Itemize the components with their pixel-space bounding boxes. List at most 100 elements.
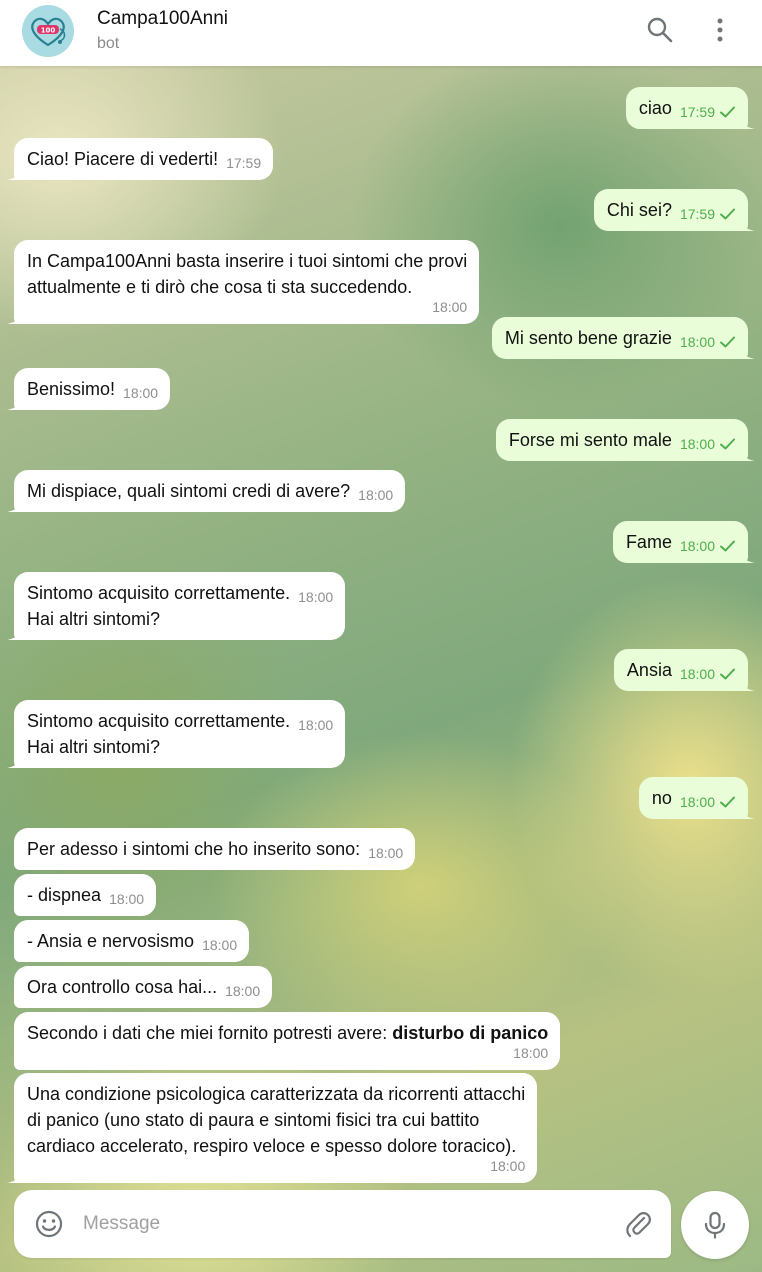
bubble-tail: [741, 115, 755, 129]
avatar[interactable]: 100: [22, 5, 74, 57]
timestamp: 18:00: [679, 794, 715, 810]
bubble-tail: [741, 345, 755, 359]
check-icon: [720, 208, 735, 220]
outgoing-message[interactable]: 18:00 Fame: [612, 521, 755, 563]
message-text: Ciao! Piacere di vederti!: [27, 149, 219, 169]
message-time: 18:00: [202, 936, 237, 954]
message-text: Forse mi sento male: [508, 430, 672, 450]
incoming-message[interactable]: 17:59 Ciao! Piacere di vederti!: [7, 138, 274, 180]
emoji-icon: [35, 1210, 63, 1238]
incoming-message[interactable]: Una condizione psicologica caratterizzat…: [7, 1073, 538, 1183]
message-time: 18:00: [680, 793, 736, 811]
message-time: 18:00: [35, 1157, 525, 1175]
emoji-button[interactable]: [33, 1208, 65, 1240]
message-time: 17:59: [226, 154, 261, 172]
outgoing-message[interactable]: 18:00 Forse mi sento male: [495, 419, 755, 461]
check-icon: [720, 796, 735, 808]
incoming-message[interactable]: 18:00 - dispnea: [14, 874, 157, 916]
bubble-tail: [741, 217, 755, 231]
message-text: - Ansia e nervosismo: [27, 931, 195, 951]
outgoing-message[interactable]: 18:00 Ansia: [613, 649, 755, 691]
message-text: Mi sento bene grazie: [504, 328, 672, 348]
timestamp: 18:00: [109, 891, 145, 907]
search-icon: [647, 17, 673, 43]
message-text: no: [651, 788, 672, 808]
timestamp: 18:00: [225, 983, 261, 999]
incoming-message[interactable]: 18:00 Benissimo!: [7, 368, 171, 410]
message-composer: [14, 1190, 671, 1258]
message-time: 18:00: [680, 537, 736, 555]
message-text: Ansia: [626, 660, 672, 680]
bubble-tail: [7, 498, 21, 512]
paperclip-icon: [626, 1212, 651, 1238]
more-options-button[interactable]: [704, 14, 736, 46]
incoming-message[interactable]: 18:00 Ora controllo cosa hai...: [14, 966, 273, 1008]
search-button[interactable]: [644, 14, 676, 46]
timestamp: 17:59: [679, 206, 715, 222]
message-time: 18:00: [35, 298, 467, 316]
incoming-message[interactable]: 18:00 - Ansia e nervosismo: [14, 920, 250, 962]
timestamp: 18:00: [358, 487, 394, 503]
avatar-logo-icon: 100: [31, 17, 66, 47]
outgoing-message[interactable]: 17:59 Chi sei?: [593, 189, 755, 231]
incoming-message[interactable]: 18:00 Sintomo acquisito correttamente. Ha…: [7, 700, 346, 768]
message-time: 18:00: [298, 588, 333, 606]
outgoing-message[interactable]: 17:59 ciao: [625, 87, 755, 129]
timestamp: 18:00: [679, 436, 715, 452]
message-time: 18:00: [680, 435, 736, 453]
diagnosis-text: disturbo di panico: [392, 1023, 549, 1043]
message-text: Sintomo acquisito correttamente. Hai alt…: [27, 711, 291, 757]
message-time: 18:00: [109, 890, 144, 908]
voice-record-button[interactable]: [681, 1191, 749, 1259]
message-text: Ora controllo cosa hai...: [27, 977, 218, 997]
outgoing-message[interactable]: 18:00 no: [638, 777, 755, 819]
attach-button[interactable]: [622, 1208, 654, 1240]
message-input[interactable]: [83, 1210, 603, 1238]
outgoing-message[interactable]: 18:00 Mi sento bene grazie: [491, 317, 755, 359]
message-time: 18:00: [123, 384, 158, 402]
incoming-message[interactable]: 18:00 Mi dispiace, quali sintomi credi di…: [7, 470, 406, 512]
message-text: Sintomo acquisito correttamente. Hai alt…: [27, 583, 291, 629]
check-icon: [720, 438, 735, 450]
timestamp: 18:00: [490, 1158, 526, 1174]
timestamp: 18:00: [679, 538, 715, 554]
bubble-tail: [741, 805, 755, 819]
chat-title[interactable]: Campa100Anni: [97, 8, 228, 30]
bubble-tail: [741, 447, 755, 461]
message-text: Benissimo!: [27, 379, 116, 399]
avatar-text: 100: [41, 27, 56, 35]
bubble-tail: [7, 396, 21, 410]
message-text: ciao: [638, 98, 672, 118]
timestamp: 17:59: [226, 155, 262, 171]
message-text: Secondo i dati che miei fornito potresti…: [27, 1023, 393, 1043]
message-text: Per adesso i sintomi che ho inserito son…: [27, 839, 361, 859]
timestamp: 18:00: [202, 937, 238, 953]
incoming-message[interactable]: Secondo i dati che miei fornito potresti…: [14, 1012, 561, 1070]
message-time: 18:00: [298, 716, 333, 734]
bubble-tail: [741, 677, 755, 691]
chat-subtitle: bot: [97, 35, 120, 52]
check-icon: [720, 540, 735, 552]
message-time: 18:00: [358, 486, 393, 504]
timestamp: 17:59: [679, 104, 715, 120]
message-time: 18:00: [368, 844, 403, 862]
bubble-tail: [7, 1169, 21, 1183]
timestamp: 18:00: [513, 1045, 549, 1061]
check-icon: [720, 668, 735, 680]
timestamp: 18:00: [298, 717, 334, 733]
timestamp: 18:00: [368, 845, 404, 861]
message-text: Chi sei?: [606, 200, 672, 220]
microphone-icon: [704, 1211, 726, 1239]
bubble-tail: [7, 166, 21, 180]
more-vertical-icon: [717, 18, 723, 42]
message-time: 18:00: [680, 333, 736, 351]
incoming-message[interactable]: 18:00 Per adesso i sintomi che ho inserit…: [14, 828, 416, 870]
message-time: 18:00: [680, 665, 736, 683]
incoming-message[interactable]: In Campa100Anni basta inserire i tuoi si…: [7, 240, 480, 324]
incoming-message[interactable]: 18:00 Sintomo acquisito correttamente. Ha…: [7, 572, 346, 640]
message-text: - dispnea: [27, 885, 102, 905]
timestamp: 18:00: [298, 589, 334, 605]
timestamp: 18:00: [123, 385, 159, 401]
message-text: Mi dispiace, quali sintomi credi di aver…: [27, 481, 351, 501]
bubble-tail: [7, 754, 21, 768]
